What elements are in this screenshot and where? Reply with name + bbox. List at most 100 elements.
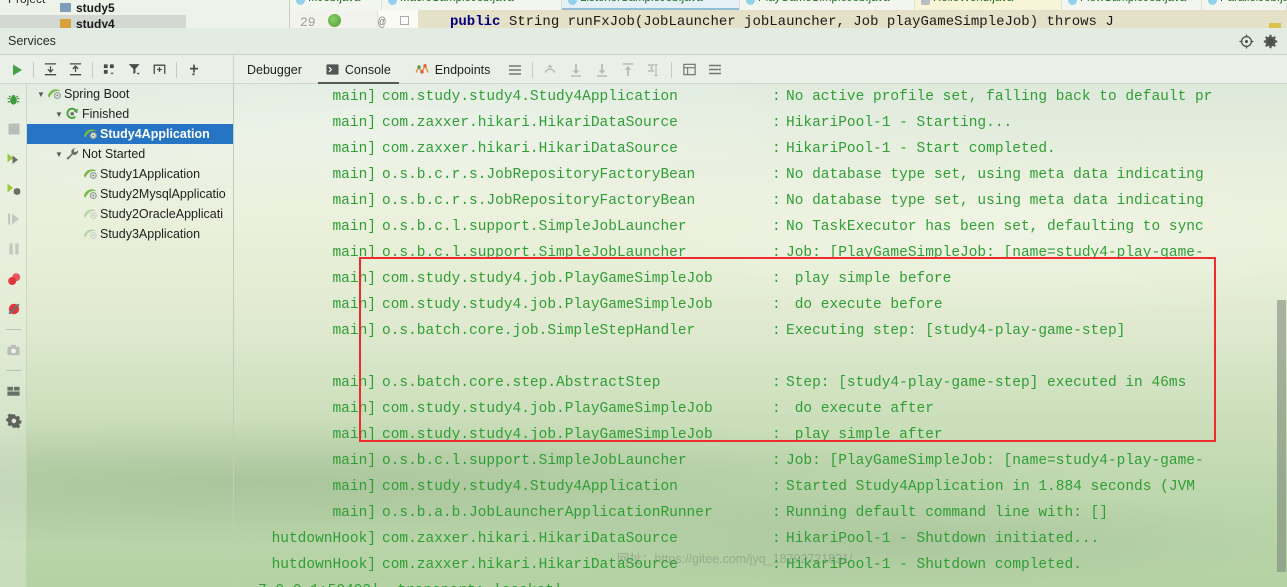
console-line: main] o.s.batch.core.step.AbstractStep: St… xyxy=(234,370,1287,396)
run-gutter-icon[interactable] xyxy=(328,14,341,27)
console-thread: main] xyxy=(332,193,376,209)
project-row-study4[interactable]: study4 xyxy=(76,17,115,28)
console-thread: main] xyxy=(332,401,376,417)
editor-tab[interactable]: ListenerSampleJob.java xyxy=(562,0,740,10)
console-colon: : xyxy=(772,479,781,495)
tab-console[interactable]: Console xyxy=(314,55,403,84)
toolbar-separator xyxy=(92,61,93,78)
tree-node-study1application[interactable]: Study1Application xyxy=(27,164,233,184)
console-thread: main] xyxy=(332,297,376,313)
add-frame-button[interactable] xyxy=(147,55,172,84)
run-to-cursor-icon xyxy=(641,55,667,84)
editor-tab-label: PlayGameSimpleJob.java xyxy=(758,0,890,4)
editor-tab[interactable]: PlayGameSimpleJob.java xyxy=(740,0,915,10)
table-icon[interactable] xyxy=(676,55,702,84)
console-logger: o.s.b.c.r.s.JobRepositoryFactoryBean xyxy=(382,167,696,183)
filter-button[interactable] xyxy=(122,55,147,84)
stop-icon xyxy=(0,114,27,144)
console-line: main] o.s.b.c.l.support.SimpleJobLauncher… xyxy=(234,448,1287,474)
toolbar-separator xyxy=(176,61,177,78)
editor-tab[interactable]: ...Job.java xyxy=(290,0,382,10)
tab-endpoints[interactable]: Endpoints xyxy=(403,55,503,84)
project-row-study5[interactable]: study5 xyxy=(76,1,115,15)
console-line: hutdownHook] com.zaxxer.hikari.HikariData… xyxy=(234,526,1287,552)
tree-node-spring-boot[interactable]: ▼ Spring Boot xyxy=(27,84,233,104)
chevron-down-icon[interactable]: ▼ xyxy=(35,90,47,99)
console-logger: o.s.batch.core.job.SimpleStepHandler xyxy=(382,323,696,339)
hamburger-menu-icon[interactable] xyxy=(502,55,528,84)
java-file-icon xyxy=(1208,0,1217,5)
layout-icon[interactable] xyxy=(0,376,27,406)
console-message: do execute after xyxy=(786,401,934,417)
console-line: main] com.study.study4.job.PlayGameSimple… xyxy=(234,266,1287,292)
console-colon: : xyxy=(772,323,781,339)
pause-program-icon[interactable] xyxy=(0,174,27,204)
editor-code-text: public String runFxJob(JobLauncher jobLa… xyxy=(450,14,1114,28)
breakpoints-icon[interactable] xyxy=(0,264,27,294)
gear-small-icon[interactable] xyxy=(0,406,27,436)
console-colon: : xyxy=(772,115,781,131)
gear-icon[interactable] xyxy=(1259,31,1281,53)
run-button[interactable] xyxy=(4,55,29,84)
console-logger: o.s.b.c.r.s.JobRepositoryFactoryBean xyxy=(382,193,696,209)
console-message: No database type set, using meta data in… xyxy=(786,193,1204,209)
console-message: play simple before xyxy=(786,271,952,287)
editor-line-number: 29 xyxy=(300,15,316,28)
folder-icon xyxy=(60,3,71,12)
bug-icon[interactable] xyxy=(0,84,27,114)
ide-window: Project study5 study4 ...Job.java MacroSa… xyxy=(0,0,1287,587)
expand-all-button[interactable] xyxy=(38,55,63,84)
console-message: No TaskExecutor has been set, defaulting… xyxy=(786,219,1204,235)
mute-breakpoints-icon[interactable] xyxy=(0,294,27,324)
console-message: Executing step: [study4-play-game-step] xyxy=(786,323,1126,339)
console-output[interactable]: main] com.study.study4.Study4Application:… xyxy=(234,84,1287,587)
console-line: main] com.study.study4.job.PlayGameSimple… xyxy=(234,396,1287,422)
console-scrollbar-thumb[interactable] xyxy=(1277,300,1286,572)
console-logger: com.study.study4.job.PlayGameSimpleJob xyxy=(382,401,713,417)
collapse-all-button[interactable] xyxy=(63,55,88,84)
console-message: Job: [PlayGameSimpleJob: [name=study4-pl… xyxy=(786,245,1204,261)
add-service-button[interactable] xyxy=(181,55,206,84)
tree-node-finished[interactable]: ▼ Finished xyxy=(27,104,233,124)
editor-tab-label: ParallelJob.java xyxy=(1220,0,1286,4)
tab-debugger[interactable]: Debugger xyxy=(235,55,314,84)
console-line: main] o.s.b.c.l.support.SimpleJobLauncher… xyxy=(234,214,1287,240)
console-colon: : xyxy=(772,219,781,235)
editor-tab[interactable]: FlowSampleJob.java xyxy=(1062,0,1202,10)
console-message: No active profile set, falling back to d… xyxy=(786,89,1213,105)
tab-console-label: Console xyxy=(344,62,391,77)
console-scrollbar[interactable] xyxy=(1276,84,1287,587)
tree-node-study2mysqlapplicatio[interactable]: Study2MysqlApplicatio xyxy=(27,184,233,204)
group-by-button[interactable] xyxy=(97,55,122,84)
spring-boot-icon xyxy=(83,187,100,202)
console-message: Job: [PlayGameSimpleJob: [name=study4-pl… xyxy=(786,453,1204,469)
tree-node-study2oracleapplicati[interactable]: Study2OracleApplicati xyxy=(27,204,233,224)
editor-tab[interactable]: HelloWorld.java xyxy=(915,0,1062,10)
tree-node-not-started[interactable]: ▼ Not Started xyxy=(27,144,233,164)
locate-icon[interactable] xyxy=(1235,31,1257,53)
console-message: HikariPool-1 - Start completed. xyxy=(786,141,1056,157)
java-file-icon xyxy=(296,0,305,5)
tree-node-study4application[interactable]: Study4Application xyxy=(27,124,233,144)
console-thread: main] xyxy=(332,89,376,105)
soft-wrap-icon[interactable] xyxy=(702,55,728,84)
console-thread: main] xyxy=(332,375,376,391)
code-signature: String runFxJob(JobLauncher jobLauncher,… xyxy=(500,14,1114,28)
code-fold-icon[interactable] xyxy=(400,16,409,25)
chevron-down-icon[interactable]: ▼ xyxy=(53,150,65,159)
editor-tab-label: MacroSampleJob.java xyxy=(400,0,514,4)
console-thread: hutdownHook] xyxy=(271,531,376,547)
console-colon: : xyxy=(772,245,781,261)
console-thread: hutdownHook] xyxy=(271,557,376,573)
console-logger: o.s.b.a.b.JobLauncherApplicationRunner xyxy=(382,505,713,521)
chevron-down-icon[interactable]: ▼ xyxy=(53,110,65,119)
console-line: main] o.s.b.a.b.JobLauncherApplicationRun… xyxy=(234,500,1287,526)
resume-program-icon[interactable] xyxy=(0,144,27,174)
camera-icon[interactable] xyxy=(0,335,27,365)
tab-debugger-label: Debugger xyxy=(247,62,302,77)
tree-node-study3application[interactable]: Study3Application xyxy=(27,224,233,244)
console-thread: main] xyxy=(332,115,376,131)
editor-tab[interactable]: MacroSampleJob.java xyxy=(382,0,562,10)
spring-boot-icon xyxy=(47,87,64,102)
editor-tab[interactable]: ParallelJob.java xyxy=(1202,0,1287,10)
